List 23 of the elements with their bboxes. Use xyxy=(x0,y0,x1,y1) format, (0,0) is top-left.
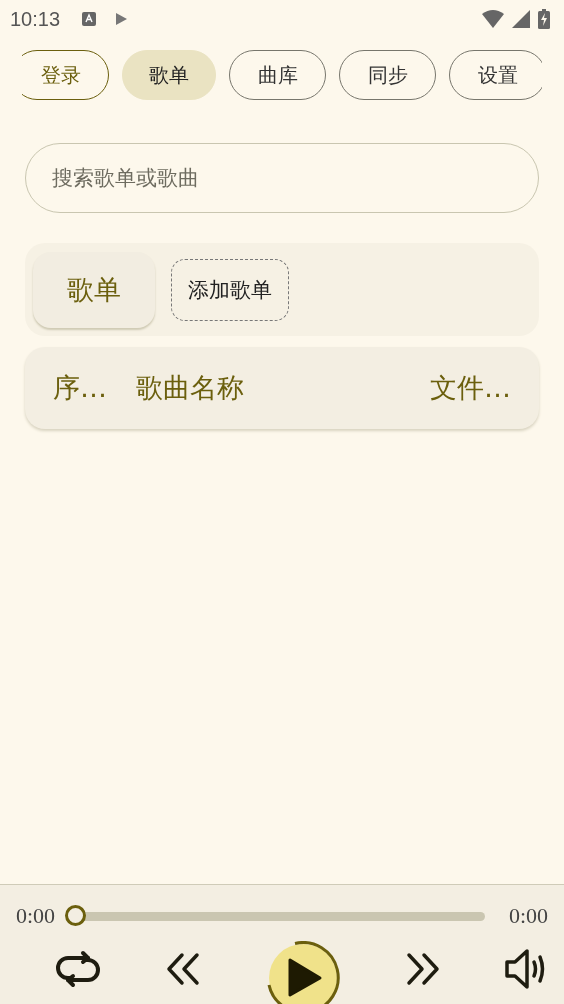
nav-tab[interactable]: 登录 xyxy=(22,50,109,100)
fast-forward-icon[interactable] xyxy=(404,951,440,987)
column-header[interactable]: 歌曲名称 xyxy=(136,370,430,406)
keyboard-icon xyxy=(82,12,97,26)
column-header[interactable]: 文件… xyxy=(430,370,511,406)
add-playlist-button[interactable]: 添加歌单 xyxy=(171,258,289,321)
play-icon xyxy=(114,12,129,26)
repeat-icon[interactable] xyxy=(54,948,102,990)
search-field[interactable]: 搜索歌单或歌曲 xyxy=(25,143,539,213)
progress-slider[interactable] xyxy=(67,905,485,927)
nav-tab[interactable]: 歌单 xyxy=(122,50,216,100)
column-header[interactable]: 序… xyxy=(53,370,136,406)
rewind-icon[interactable] xyxy=(166,951,202,987)
clock: 10:13 xyxy=(10,7,61,31)
wifi-icon xyxy=(482,10,504,28)
nav-tab[interactable]: 曲库 xyxy=(229,50,326,100)
nav-tab[interactable]: 同步 xyxy=(339,50,436,100)
play-button[interactable] xyxy=(266,941,340,1004)
elapsed-time: 0:00 xyxy=(16,903,56,929)
signal-icon xyxy=(512,10,530,28)
playlist-button[interactable]: 歌单 xyxy=(33,251,155,328)
battery-icon xyxy=(538,9,550,29)
duration-time: 0:00 xyxy=(508,903,548,929)
